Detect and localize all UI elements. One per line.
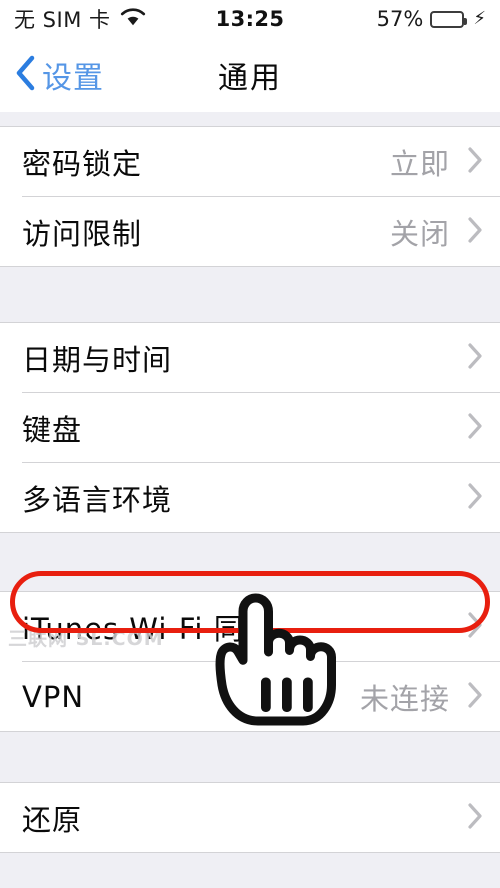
settings-row-passcode-lock[interactable]: 密码锁定 立即 [0,127,500,196]
iphone-settings-screen: 无 SIM 卡 13:25 57% ⚡ 设置 通用 密码锁定 立即 访问限制 关… [0,0,500,888]
row-value: 未连接 [359,681,450,716]
group-gap [0,732,500,782]
clock-label: 13:25 [215,7,285,31]
row-label: 键盘 [22,412,83,447]
settings-group-datetime-group: 日期与时间键盘多语言环境 [0,322,500,533]
settings-row-keyboard[interactable]: 键盘 [0,393,500,462]
settings-row-date-and-time[interactable]: 日期与时间 [0,323,500,392]
row-label: 访问限制 [22,216,143,251]
row-value: 立即 [389,146,450,181]
chevron-right-icon [466,801,484,835]
status-bar: 无 SIM 卡 13:25 57% ⚡ [0,0,500,38]
back-button-label: 设置 [42,61,104,96]
carrier-label: 无 SIM 卡 [14,8,111,32]
row-value: 关闭 [389,216,450,251]
chevron-left-icon [14,54,36,96]
row-label: 日期与时间 [22,342,173,377]
settings-group-reset-group: 还原 [0,782,500,853]
chevron-right-icon [466,481,484,515]
chevron-right-icon [466,215,484,249]
row-label: 密码锁定 [22,146,143,181]
battery-icon [430,10,468,28]
chevron-right-icon [466,680,484,714]
row-label: 多语言环境 [22,482,173,517]
group-gap [0,533,500,591]
charging-bolt-icon: ⚡ [473,8,486,29]
navigation-bar: 设置 通用 [0,38,500,112]
row-label: 还原 [22,802,83,837]
settings-row-itunes-wifi-sync[interactable]: iTunes Wi-Fi 同步 [0,592,500,661]
settings-row-vpn[interactable]: VPN 未连接 [0,662,500,731]
chevron-right-icon [466,145,484,179]
chevron-right-icon [466,341,484,375]
group-bottom-separator [0,852,500,853]
group-gap [0,112,500,126]
settings-row-restrictions[interactable]: 访问限制 关闭 [0,197,500,266]
status-bar-right: 57% ⚡ [377,7,486,31]
back-button[interactable]: 设置 [0,53,104,97]
row-label: iTunes Wi-Fi 同步 [22,611,274,646]
status-bar-left: 无 SIM 卡 [14,4,146,34]
wifi-icon [120,7,146,31]
battery-percent-label: 57% [376,7,424,31]
row-label: VPN [22,679,85,714]
settings-list: 密码锁定 立即访问限制 关闭日期与时间键盘多语言环境 iTunes Wi-Fi 同步 V… [0,112,500,853]
group-gap [0,267,500,322]
settings-group-sync-group: iTunes Wi-Fi 同步 VPN 未连接 [0,591,500,732]
chevron-right-icon [466,411,484,445]
chevron-right-icon [466,610,484,644]
settings-group-security-group: 密码锁定 立即访问限制 关闭 [0,126,500,267]
settings-row-reset[interactable]: 还原 [0,783,500,852]
settings-row-international[interactable]: 多语言环境 [0,463,500,532]
